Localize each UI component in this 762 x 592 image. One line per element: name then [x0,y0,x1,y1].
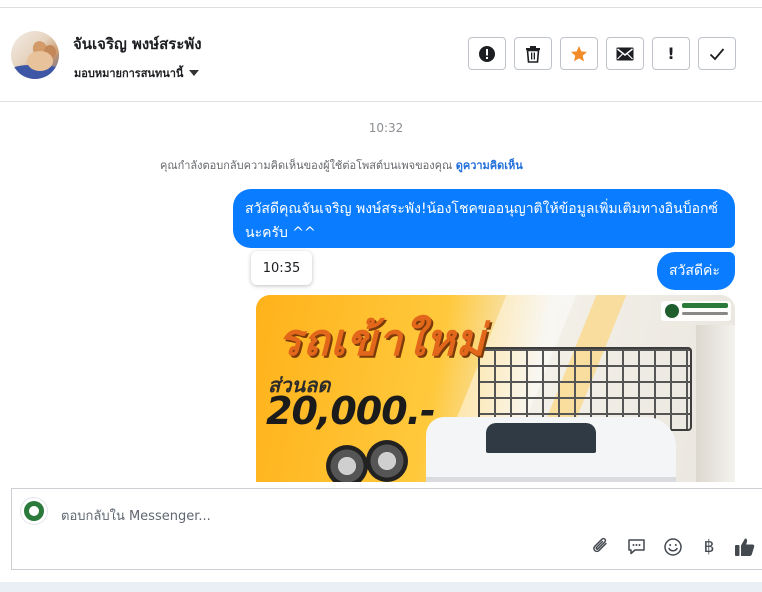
like-button[interactable] [734,536,756,558]
reply-input[interactable]: ตอบกลับใน Messenger... [61,505,211,526]
emoji-button[interactable] [662,536,684,558]
emoji-icon [664,538,682,556]
user-name[interactable]: จันเจริญ พงษ์สระพัง [73,32,202,56]
thumbs-up-icon [735,538,755,556]
header-actions: ! [468,37,736,70]
exclamation-circle-icon [479,45,495,62]
timestamp-tooltip: 10:35 [251,251,312,285]
saved-replies-button[interactable] [626,536,648,558]
attach-button[interactable] [590,536,612,558]
report-spam-button[interactable] [468,37,506,70]
delete-button[interactable] [514,37,552,70]
follow-up-button[interactable] [560,37,598,70]
mark-done-button[interactable] [698,37,736,70]
view-comment-link[interactable]: ดูความคิดเห็น [456,159,523,172]
promo-discount-amount: 20,000.- [266,389,436,433]
reply-context-notice: คุณกำลังตอบกลับความคิดเห็นของผู้ใช้ต่อโพ… [160,156,523,174]
message-bubble[interactable]: สวัสดีคุณจันเจริญ พงษ์สระพัง!น้องโชคขออน… [233,189,735,248]
composer-tools: ฿ [590,536,756,558]
message-thread[interactable]: 10:32 คุณกำลังตอบกลับความคิดเห็นของผู้ใช… [0,102,762,482]
reply-composer: ตอบกลับใน Messenger... ฿ [11,488,762,570]
message-bubble[interactable]: สวัสดีค่ะ [657,252,735,290]
promo-image-attachment[interactable]: รถเข้าใหม่ ส่วนลด 20,000.- [256,295,735,482]
assign-label: มอบหมายการสนทนานี้ [74,67,184,80]
wheel-image [366,440,408,482]
payment-button[interactable]: ฿ [698,536,720,558]
star-icon [571,45,587,61]
promo-headline: รถเข้าใหม่ [278,315,486,366]
bottom-strip [0,582,762,592]
user-avatar[interactable] [11,31,59,79]
baht-icon: ฿ [703,537,715,557]
speech-bubbles-icon [628,539,645,555]
wheel-image [326,445,368,482]
assign-conversation-dropdown[interactable]: มอบหมายการสนทนานี้ [74,64,200,82]
mark-spam-button[interactable]: ! [652,37,690,70]
check-icon [709,47,725,60]
exclamation-icon: ! [667,44,675,63]
caret-down-icon [189,70,200,76]
trash-icon [526,45,540,63]
thread-timestamp: 10:32 [368,121,404,135]
notice-text: คุณกำลังตอบกลับความคิดเห็นของผู้ใช้ต่อโพ… [160,159,453,172]
paperclip-icon [593,537,607,553]
conversation-header: จันเจริญ พงษ์สระพัง มอบหมายการสนทนานี้ ! [0,8,762,102]
page-avatar [20,497,48,525]
envelope-icon [616,47,634,60]
mark-unread-button[interactable] [606,37,644,70]
